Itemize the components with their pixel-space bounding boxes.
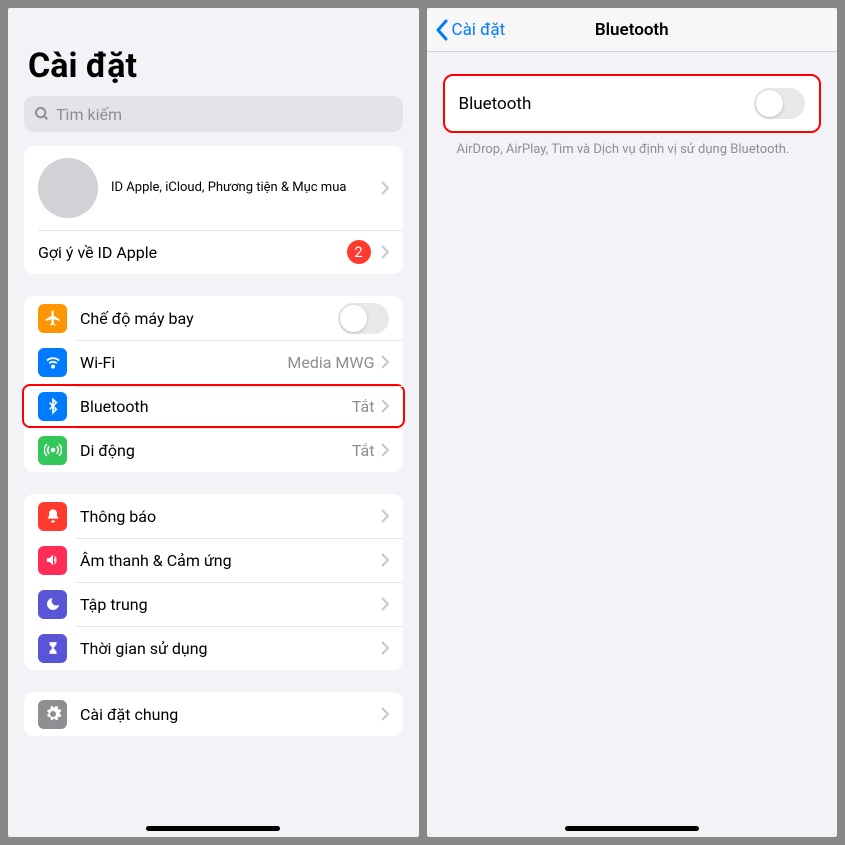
bluetooth-footer: AirDrop, AirPlay, Tìm và Dịch vụ định vị… — [427, 133, 838, 159]
bluetooth-icon — [38, 392, 67, 421]
chevron-right-icon — [381, 641, 389, 655]
antenna-icon — [38, 436, 67, 465]
apple-id-row[interactable]: ID Apple, iCloud, Phương tiện & Mục mua — [24, 146, 403, 230]
profile-subtitle: ID Apple, iCloud, Phương tiện & Mục mua — [111, 180, 375, 197]
suggestion-label: Gợi ý về ID Apple — [38, 243, 347, 262]
hourglass-icon — [38, 634, 67, 663]
bluetooth-toggle-row[interactable]: Bluetooth — [445, 76, 820, 131]
moon-icon — [38, 590, 67, 619]
chevron-right-icon — [381, 181, 389, 195]
badge-count: 2 — [347, 240, 371, 264]
search-icon — [34, 106, 50, 122]
profile-text: ID Apple, iCloud, Phương tiện & Mục mua — [111, 180, 381, 197]
gear-icon — [38, 700, 67, 729]
nav-title: Bluetooth — [595, 20, 669, 40]
general-label: Cài đặt chung — [80, 705, 381, 724]
nav-bar: Cài đặt Bluetooth — [427, 8, 838, 52]
notifications-row[interactable]: Thông báo — [24, 494, 403, 538]
home-indicator[interactable] — [565, 826, 699, 831]
wifi-icon — [38, 348, 67, 377]
search-placeholder: Tìm kiếm — [56, 105, 122, 124]
back-button[interactable]: Cài đặt — [427, 19, 506, 41]
chevron-right-icon — [381, 509, 389, 523]
focus-row[interactable]: Tập trung — [24, 582, 403, 626]
bluetooth-pane: Cài đặt Bluetooth Bluetooth AirDrop, Air… — [427, 8, 838, 837]
search-input[interactable]: Tìm kiếm — [24, 96, 403, 132]
back-label: Cài đặt — [452, 20, 506, 40]
notifications-label: Thông báo — [80, 507, 381, 526]
airplane-toggle[interactable] — [338, 303, 389, 334]
airplane-icon — [38, 304, 67, 333]
chevron-right-icon — [381, 597, 389, 611]
connectivity-group: Chế độ máy bay Wi-Fi Media MWG Bluetooth… — [24, 296, 403, 472]
speaker-icon — [38, 546, 67, 575]
focus-label: Tập trung — [80, 595, 381, 614]
general-settings-row[interactable]: Cài đặt chung — [24, 692, 403, 736]
cellular-row[interactable]: Di động Tắt — [24, 428, 403, 472]
home-indicator[interactable] — [146, 826, 280, 831]
wifi-value: Media MWG — [287, 353, 374, 372]
chevron-right-icon — [381, 553, 389, 567]
bluetooth-value: Tắt — [352, 397, 375, 416]
sounds-row[interactable]: Âm thanh & Cảm ứng — [24, 538, 403, 582]
apple-id-suggestion-row[interactable]: Gợi ý về ID Apple 2 — [24, 230, 403, 274]
bluetooth-label: Bluetooth — [80, 397, 352, 416]
wifi-label: Wi-Fi — [80, 353, 287, 372]
cellular-value: Tắt — [352, 441, 375, 460]
settings-pane: Cài đặt Tìm kiếm ID Apple, iCloud, Phươn… — [8, 8, 419, 837]
cellular-label: Di động — [80, 441, 352, 460]
chevron-left-icon — [435, 19, 448, 41]
bluetooth-toggle-group: Bluetooth — [443, 74, 822, 133]
chevron-right-icon — [381, 399, 389, 413]
airplane-mode-row[interactable]: Chế độ máy bay — [24, 296, 403, 340]
screentime-row[interactable]: Thời gian sử dụng — [24, 626, 403, 670]
bluetooth-toggle[interactable] — [754, 88, 805, 119]
page-header: Cài đặt — [8, 8, 419, 94]
notifications-group: Thông báo Âm thanh & Cảm ứng Tập trung T… — [24, 494, 403, 670]
wifi-row[interactable]: Wi-Fi Media MWG — [24, 340, 403, 384]
profile-group: ID Apple, iCloud, Phương tiện & Mục mua … — [24, 146, 403, 274]
chevron-right-icon — [381, 707, 389, 721]
bluetooth-content: Bluetooth AirDrop, AirPlay, Tìm và Dịch … — [427, 52, 838, 159]
airplane-label: Chế độ máy bay — [80, 309, 338, 328]
general-group: Cài đặt chung — [24, 692, 403, 736]
bluetooth-toggle-label: Bluetooth — [459, 94, 755, 114]
bluetooth-row[interactable]: Bluetooth Tắt — [22, 384, 405, 428]
bell-icon — [38, 502, 67, 531]
chevron-right-icon — [381, 443, 389, 457]
chevron-right-icon — [381, 355, 389, 369]
screentime-label: Thời gian sử dụng — [80, 639, 381, 658]
chevron-right-icon — [381, 245, 389, 259]
page-title: Cài đặt — [28, 46, 399, 86]
sounds-label: Âm thanh & Cảm ứng — [80, 551, 381, 570]
avatar — [38, 158, 98, 218]
